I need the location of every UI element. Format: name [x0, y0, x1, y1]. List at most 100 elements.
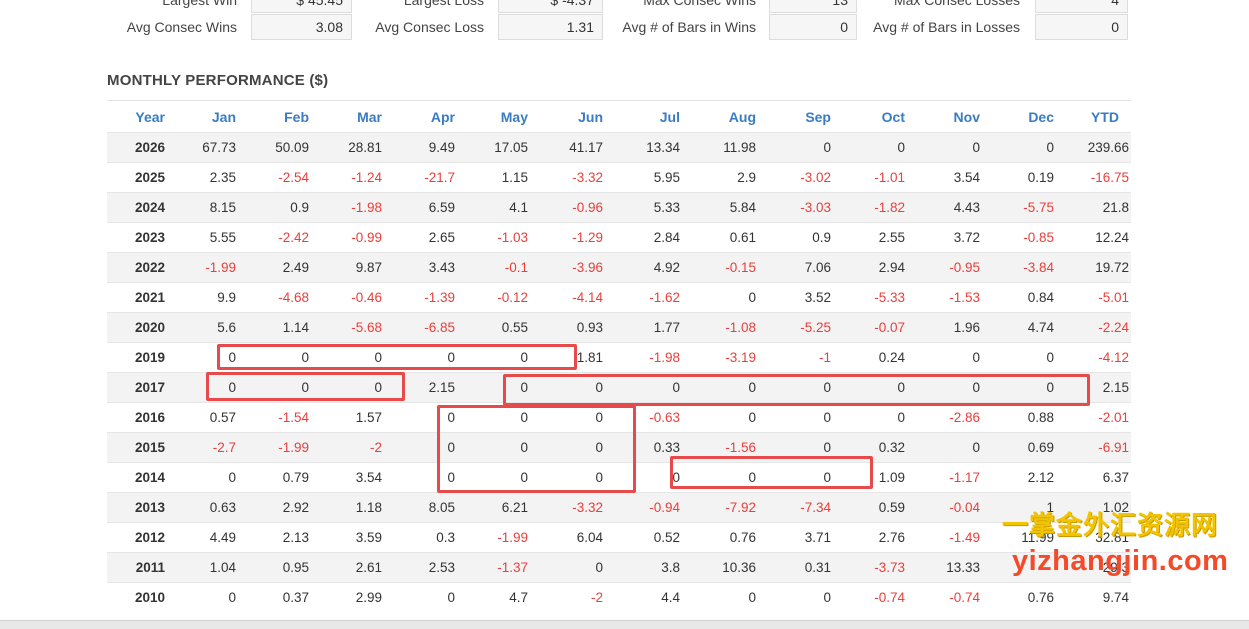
column-header-feb: Feb — [248, 100, 321, 133]
month-value-cell: -3.96 — [540, 252, 615, 283]
table-row: 2017 0 0 0 2.15 0 0 0 0 0 0 0 0 2.15 — [107, 372, 1131, 403]
column-header-nov: Nov — [917, 100, 992, 133]
month-value-cell: 28.81 — [321, 132, 394, 163]
watermark-domain: yizhangjin.com — [1012, 545, 1229, 577]
month-value-cell: -3.32 — [540, 162, 615, 193]
month-value-cell: 4.1 — [467, 192, 540, 223]
table-header-row: Year Jan Feb Mar Apr May Jun Jul Aug Sep Oct Nov Dec… — [107, 100, 1131, 133]
year-cell: 2016 — [107, 402, 175, 433]
month-value-cell: -2.86 — [917, 402, 992, 433]
month-value-cell: 3.43 — [394, 252, 467, 283]
stat-value-largest-loss: $ -4.37 — [498, 0, 603, 13]
stat-label-avg-consec-wins: Avg Consec Wins — [126, 19, 237, 35]
month-value-cell: 0.9 — [248, 192, 321, 223]
month-value-cell: 17.05 — [467, 132, 540, 163]
month-value-cell: 2.55 — [843, 222, 917, 253]
month-value-cell: 0 — [321, 372, 394, 403]
month-value-cell: 0 — [540, 552, 615, 583]
month-value-cell: 1.96 — [917, 312, 992, 343]
month-value-cell: 0 — [917, 372, 992, 403]
month-value-cell: 1.14 — [248, 312, 321, 343]
month-value-cell: -0.07 — [843, 312, 917, 343]
month-value-cell: 8.15 — [175, 192, 248, 223]
month-value-cell: -16.75 — [1066, 162, 1131, 193]
month-value-cell: 67.73 — [175, 132, 248, 163]
month-value-cell: 0 — [768, 372, 843, 403]
month-value-cell: -1.29 — [540, 222, 615, 253]
month-value-cell: -1.99 — [248, 432, 321, 463]
month-value-cell: 12.24 — [1066, 222, 1131, 253]
year-cell: 2011 — [107, 552, 175, 583]
month-value-cell: 0.76 — [992, 582, 1066, 613]
stat-label-largest-loss: Largest Loss — [403, 0, 484, 8]
month-value-cell: -3.19 — [692, 342, 768, 373]
month-value-cell: -5.75 — [992, 192, 1066, 223]
month-value-cell: 0.37 — [248, 582, 321, 613]
year-cell: 2020 — [107, 312, 175, 343]
stat-label-avg-consec-loss: Avg Consec Loss — [375, 19, 484, 35]
month-value-cell: 2.49 — [248, 252, 321, 283]
month-value-cell: -5.25 — [768, 312, 843, 343]
table-row: 2020 5.6 1.14 -5.68 -6.85 0.55 0.93 1.77 -1.08 -5… — [107, 312, 1131, 343]
column-header-apr: Apr — [394, 100, 467, 133]
month-value-cell: -4.12 — [1066, 342, 1131, 373]
month-value-cell: 0 — [768, 582, 843, 613]
month-value-cell: 0 — [175, 372, 248, 403]
month-value-cell: 2.92 — [248, 492, 321, 523]
month-value-cell: 19.72 — [1066, 252, 1131, 283]
month-value-cell: 5.84 — [692, 192, 768, 223]
month-value-cell: -0.46 — [321, 282, 394, 313]
stats-panel: Largest Win $ 45.45 Largest Loss $ -4.37… — [0, 0, 1249, 50]
month-value-cell: 0 — [692, 462, 768, 493]
year-cell: 2023 — [107, 222, 175, 253]
year-cell: 2015 — [107, 432, 175, 463]
month-value-cell: 0 — [692, 402, 768, 433]
month-value-cell: 3.59 — [321, 522, 394, 553]
month-value-cell: 5.95 — [615, 162, 692, 193]
month-value-cell: 6.59 — [394, 192, 467, 223]
year-cell: 2012 — [107, 522, 175, 553]
table-row: 2023 5.55 -2.42 -0.99 2.65 -1.03 -1.29 2.84 0.61… — [107, 222, 1131, 253]
monthly-performance-table: Year Jan Feb Mar Apr May Jun Jul Aug Sep Oct Nov Dec… — [107, 100, 1131, 613]
month-value-cell: 0 — [394, 462, 467, 493]
year-cell: 2013 — [107, 492, 175, 523]
month-value-cell: 0 — [843, 132, 917, 163]
month-value-cell: 0 — [467, 402, 540, 433]
month-value-cell: -0.95 — [917, 252, 992, 283]
year-cell: 2014 — [107, 462, 175, 493]
column-header-oct: Oct — [843, 100, 917, 133]
month-value-cell: -2 — [321, 432, 394, 463]
month-value-cell: 1.77 — [615, 312, 692, 343]
stat-value-largest-win: $ 45.45 — [251, 0, 352, 13]
month-value-cell: 2.35 — [175, 162, 248, 193]
month-value-cell: 1.09 — [843, 462, 917, 493]
month-value-cell: 0 — [843, 372, 917, 403]
month-value-cell: 0.24 — [843, 342, 917, 373]
month-value-cell: -2.24 — [1066, 312, 1131, 343]
table-row: 2016 0.57 -1.54 1.57 0 0 0 -0.63 0 0 0 -2.86 0.88 -2.… — [107, 402, 1131, 433]
month-value-cell: -1.17 — [917, 462, 992, 493]
table-row: 2014 0 0.79 3.54 0 0 0 0 0 0 1.09 -1.17 2.12 6.37 — [107, 462, 1131, 493]
month-value-cell: -1.98 — [321, 192, 394, 223]
month-value-cell: 9.9 — [175, 282, 248, 313]
column-header-aug: Aug — [692, 100, 768, 133]
year-cell: 2019 — [107, 342, 175, 373]
month-value-cell: 4.92 — [615, 252, 692, 283]
month-value-cell: 3.72 — [917, 222, 992, 253]
month-value-cell: 0 — [467, 372, 540, 403]
month-value-cell: 0.32 — [843, 432, 917, 463]
month-value-cell: 1.18 — [321, 492, 394, 523]
month-value-cell: -4.68 — [248, 282, 321, 313]
month-value-cell: 13.33 — [917, 552, 992, 583]
month-value-cell: 2.13 — [248, 522, 321, 553]
month-value-cell: -1.08 — [692, 312, 768, 343]
month-value-cell: 0.69 — [992, 432, 1066, 463]
month-value-cell: 0 — [917, 432, 992, 463]
month-value-cell: 0.61 — [692, 222, 768, 253]
month-value-cell: -4.14 — [540, 282, 615, 313]
year-cell: 2025 — [107, 162, 175, 193]
column-header-jan: Jan — [175, 100, 248, 133]
month-value-cell: 0 — [917, 342, 992, 373]
table-row: 2012 4.49 2.13 3.59 0.3 -1.99 6.04 0.52 0.76 3.71… — [107, 522, 1131, 553]
month-value-cell: 0 — [992, 132, 1066, 163]
